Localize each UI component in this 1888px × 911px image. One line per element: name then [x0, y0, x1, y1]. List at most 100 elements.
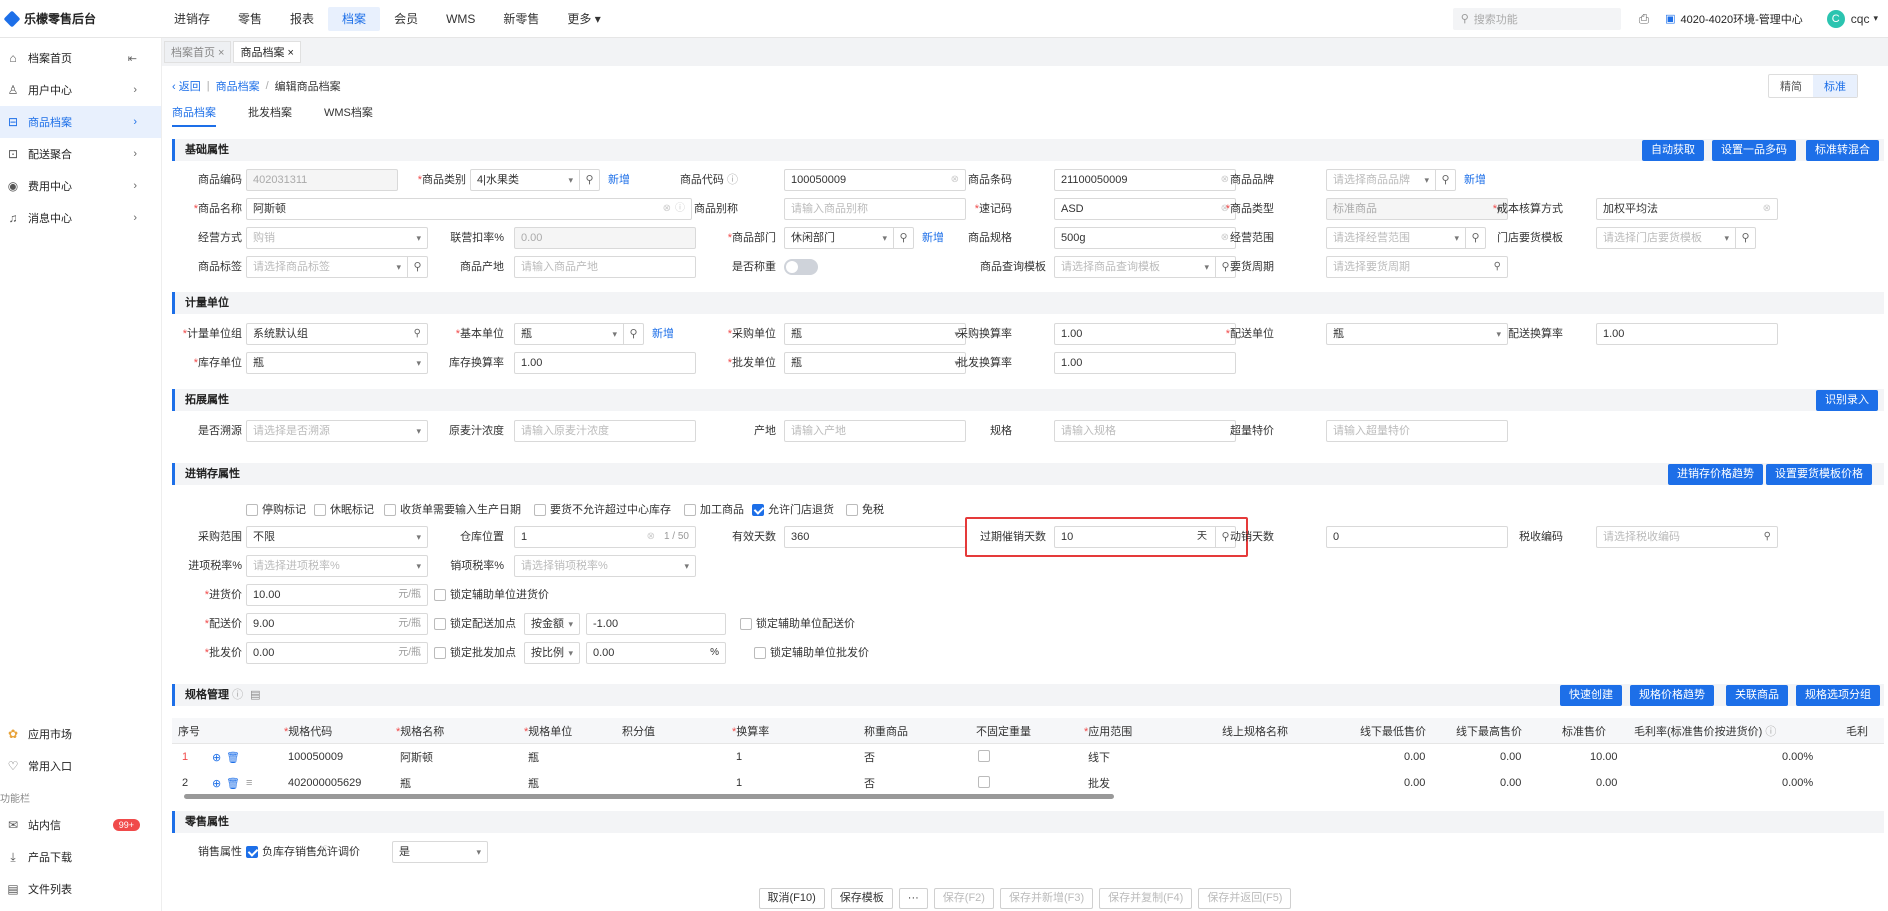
clear-icon[interactable]: ⊗ — [647, 527, 655, 547]
sidebar-item-archive-home[interactable]: ⌂ 档案首页 ⇤ — [0, 42, 161, 74]
allow-adjust-select[interactable]: 是 ▾ — [392, 841, 488, 863]
save-and-copy-button[interactable]: 保存并复制(F4) — [1099, 887, 1193, 909]
standard-to-mixed-button[interactable]: 标准转混合 — [1806, 140, 1879, 161]
horizontal-scrollbar[interactable] — [184, 794, 1114, 799]
save-and-new-button[interactable]: 保存并新增(F3) — [999, 887, 1094, 909]
cost-method-field[interactable]: 加权平均法 ⊗ — [1596, 198, 1778, 220]
nav-new-retail[interactable]: 新零售 — [489, 7, 553, 31]
table-row[interactable]: 1 ⊕ 🗑 100050009 阿斯顿 瓶 1 否 线下 0.00 0.00 1… — [172, 744, 1884, 770]
page-tab-archive-home[interactable]: 档案首页 × — [164, 41, 232, 63]
wholesale-price-field[interactable]: 0.00 元/瓶 — [246, 642, 428, 664]
warehouse-location-field[interactable]: 1 ⊗ 1 / 50 — [514, 526, 696, 548]
unit-group-field[interactable]: 系统默认组 ⚲ — [246, 323, 428, 345]
input-tax-select[interactable]: 请选择进项税率% ▾ — [246, 555, 428, 577]
weigh-toggle[interactable] — [784, 259, 818, 275]
tax-code-field[interactable]: 请选择税收编码 ⚲ — [1596, 526, 1778, 548]
nav-member[interactable]: 会员 — [380, 7, 432, 31]
store-template-select[interactable]: 请选择门店要货模板 ▾ ⚲ — [1596, 227, 1756, 249]
lock-delivery-markup-checkbox[interactable]: 锁定配送加点 — [434, 616, 516, 632]
output-tax-select[interactable]: 请选择销项税率% ▾ — [514, 555, 696, 577]
over-price-field[interactable]: 请输入超量特价 — [1326, 420, 1508, 442]
price-trend-button[interactable]: 进销存价格趋势 — [1668, 464, 1763, 485]
origin-field[interactable]: 请输入商品产地 — [514, 256, 696, 278]
delete-icon[interactable]: 🗑 — [226, 751, 240, 764]
wholesale-rate-field[interactable]: 1.00 — [1054, 352, 1236, 374]
tab-wms-archive[interactable]: WMS档案 — [324, 104, 373, 127]
view-standard[interactable]: 标准 — [1813, 75, 1857, 97]
search-icon[interactable]: ⚲ — [414, 324, 421, 344]
nav-wms[interactable]: WMS — [432, 7, 489, 31]
env-switcher[interactable]: ▣ 4020-4020环境-管理中心 — [1665, 11, 1803, 27]
collapse-icon[interactable]: ⇤ — [128, 52, 137, 65]
sidebar-item-inbox[interactable]: ✉ 站内信 99+ — [0, 809, 162, 841]
product-tag-select[interactable]: 请选择商品标签 ▾ ⚲ — [246, 256, 428, 278]
product-category-select[interactable]: 4|水果类 ▾ ⚲ — [470, 169, 600, 191]
app-logo[interactable]: 乐檬零售后台 — [0, 10, 160, 27]
save-and-return-button[interactable]: 保存并返回(F5) — [1198, 887, 1292, 909]
related-product-button[interactable]: 关联商品 — [1726, 685, 1788, 706]
view-simple[interactable]: 精简 — [1769, 75, 1813, 97]
set-template-price-button[interactable]: 设置要货模板价格 — [1766, 464, 1872, 485]
delivery-price-field[interactable]: 9.00 元/瓶 — [246, 613, 428, 635]
cancel-button[interactable]: 取消(F10) — [758, 887, 825, 909]
brand-select[interactable]: 请选择商品品牌 ▾ ⚲ — [1326, 169, 1456, 191]
lock-aux-delivery-checkbox[interactable]: 锁定辅助单位配送价 — [740, 616, 855, 632]
clear-icon[interactable]: ⊗ — [1763, 199, 1771, 219]
processed-checkbox[interactable]: 加工商品 — [684, 502, 744, 518]
sidebar-item-distribution[interactable]: ⊡ 配送聚合 › — [0, 138, 161, 170]
delivery-markup-mode-select[interactable]: 按金额 ▾ — [524, 613, 580, 635]
sidebar-item-message-center[interactable]: ♫ 消息中心 › — [0, 202, 161, 234]
cell-unfixed-checkbox[interactable] — [978, 749, 994, 765]
tab-product-archive[interactable]: 商品档案 — [172, 104, 216, 127]
trace-select[interactable]: 请选择是否溯源 ▾ — [246, 420, 428, 442]
search-icon[interactable]: ⚲ — [893, 228, 913, 248]
function-search-input[interactable]: ⚲ 搜索功能 — [1452, 7, 1621, 30]
sidebar-item-files[interactable]: ▤ 文件列表 — [0, 873, 162, 905]
sidebar-item-user-center[interactable]: ♙ 用户中心 › — [0, 74, 161, 106]
nav-archive[interactable]: 档案 — [328, 6, 381, 31]
business-scope-select[interactable]: 请选择经营范围 ▾ ⚲ — [1326, 227, 1486, 249]
spec-price-trend-button[interactable]: 规格价格趋势 — [1630, 685, 1714, 706]
tab-wholesale-archive[interactable]: 批发档案 — [248, 104, 292, 127]
delete-icon[interactable]: 🗑 — [226, 777, 240, 790]
search-icon[interactable]: ⚲ — [1764, 527, 1771, 547]
wholesale-markup-field[interactable]: 0.00% — [586, 642, 726, 664]
tax-free-checkbox[interactable]: 免税 — [846, 502, 884, 518]
identify-entry-button[interactable]: 识别录入 — [1816, 390, 1878, 411]
search-icon[interactable]: ⚲ — [1735, 228, 1755, 248]
auto-fetch-button[interactable]: 自动获取 — [1642, 140, 1704, 161]
base-unit-select[interactable]: 瓶 ▾ ⚲ — [514, 323, 644, 345]
lock-wholesale-markup-checkbox[interactable]: 锁定批发加点 — [434, 645, 516, 661]
drag-handle-icon[interactable]: ≡ — [246, 777, 252, 789]
dormant-checkbox[interactable]: 休眠标记 — [314, 502, 374, 518]
sidebar-item-download[interactable]: ⤓ 产品下载 — [0, 841, 162, 873]
department-select[interactable]: 休闲部门 ▾ ⚲ — [784, 227, 914, 249]
save-template-button[interactable]: 保存模板 — [830, 887, 893, 909]
cell-unfixed-checkbox[interactable] — [978, 775, 994, 791]
add-unit-link[interactable]: 新增 — [652, 323, 674, 345]
no-exceed-stock-checkbox[interactable]: 要货不允许超过中心库存 — [534, 502, 671, 518]
nav-more[interactable]: 更多 ▾ — [553, 7, 614, 31]
quick-create-button[interactable]: 快速创建 — [1560, 685, 1622, 706]
search-icon[interactable]: ⚲ — [1435, 170, 1455, 190]
multi-code-button[interactable]: 设置一品多码 — [1712, 140, 1796, 161]
production-date-checkbox[interactable]: 收货单需要输入生产日期 — [384, 502, 521, 518]
nav-report[interactable]: 报表 — [276, 7, 328, 31]
page-tab-product-archive[interactable]: 商品档案 × — [233, 41, 301, 63]
business-mode-select[interactable]: 购销 ▾ — [246, 227, 428, 249]
user-menu[interactable]: Ccqc ▾ — [1826, 9, 1878, 28]
add-brand-link[interactable]: 新增 — [1464, 169, 1486, 191]
stock-unit-select[interactable]: 瓶 ▾ — [246, 352, 428, 374]
search-icon[interactable]: ⚲ — [623, 324, 643, 344]
printer-icon[interactable]: ⎙ — [1639, 11, 1649, 27]
breadcrumb-parent[interactable]: 商品档案 — [216, 78, 260, 94]
spec-group-button[interactable]: 规格选项分组 — [1796, 685, 1880, 706]
stop-purchase-checkbox[interactable]: 停购标记 — [246, 502, 306, 518]
order-cycle-field[interactable]: 请选择要货周期 ⚲ — [1326, 256, 1508, 278]
table-row[interactable]: 2 ⊕ 🗑 ≡ 402000005629 瓶 瓶 1 否 批发 0.00 0.0… — [172, 770, 1884, 796]
table-icon[interactable]: ▤ — [250, 689, 260, 701]
nav-retail[interactable]: 零售 — [224, 7, 276, 31]
search-icon[interactable]: ⚲ — [1494, 257, 1501, 277]
back-link[interactable]: ‹ 返回 — [172, 78, 201, 94]
add-row-icon[interactable]: ⊕ — [212, 751, 221, 764]
